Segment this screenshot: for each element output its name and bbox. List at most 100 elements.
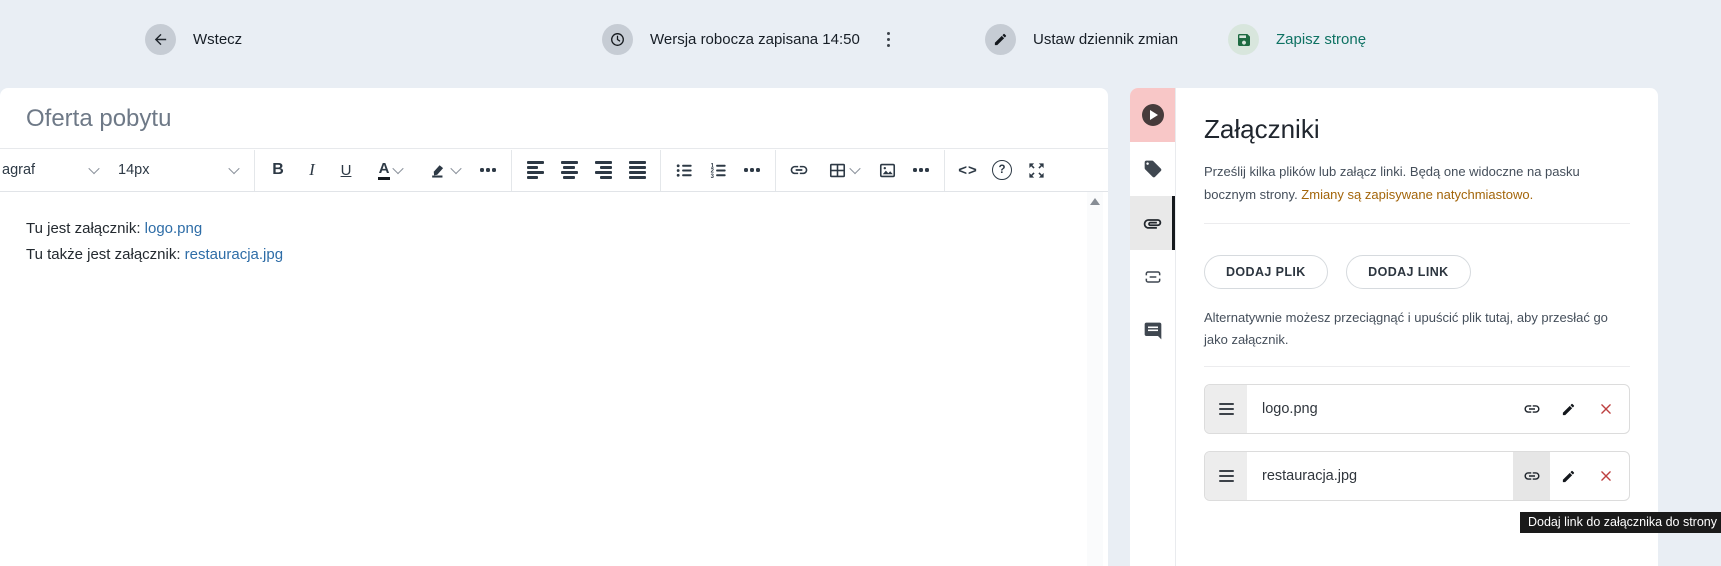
edit-attachment-button[interactable] — [1550, 385, 1587, 433]
text-color-button[interactable]: A — [363, 153, 417, 187]
attachment-inline-link[interactable]: logo.png — [145, 220, 203, 237]
attachment-row: restauracja.jpg — [1204, 451, 1630, 501]
font-size-dropdown[interactable]: 14px — [108, 153, 248, 187]
floppy-disk-icon — [1236, 32, 1252, 48]
editor-scrollbar[interactable] — [1087, 192, 1103, 566]
align-center-button[interactable] — [552, 153, 586, 187]
align-left-button[interactable] — [518, 153, 552, 187]
toolbar-divider — [660, 150, 661, 191]
more-options-kebab-icon[interactable] — [883, 28, 894, 51]
description-highlight: Zmiany są zapisywane natychmiastowo. — [1301, 187, 1533, 202]
image-icon — [878, 161, 897, 180]
side-panel-card: Załączniki Prześlij kilka plików lub zał… — [1130, 88, 1658, 566]
font-size-value: 14px — [118, 162, 149, 178]
card-minus-icon — [1143, 267, 1163, 287]
align-center-icon — [561, 161, 578, 178]
richtext-toolbar: agraf 14px B I U A — [0, 148, 1108, 192]
draft-status-button[interactable] — [602, 24, 633, 55]
paragraph-style-value: agraf — [2, 162, 35, 178]
add-attachment-link-button[interactable] — [1513, 385, 1550, 433]
panel-title: Załączniki — [1204, 112, 1630, 146]
highlight-color-button[interactable] — [417, 153, 471, 187]
tab-attachments[interactable] — [1130, 196, 1175, 250]
bullet-list-button[interactable] — [667, 153, 701, 187]
insert-link-button[interactable] — [782, 153, 816, 187]
pencil-icon — [1561, 402, 1576, 417]
tab-tags[interactable] — [1130, 142, 1175, 196]
align-left-icon — [527, 161, 544, 178]
richtext-content[interactable]: Tu jest załącznik: logo.png Tu także jes… — [0, 192, 1108, 292]
link-icon — [1523, 400, 1541, 418]
drag-handle-icon — [1219, 470, 1234, 482]
justify-icon — [629, 161, 646, 178]
numbered-list-button[interactable]: 123 — [701, 153, 735, 187]
page-title[interactable]: Oferta pobytu — [0, 88, 1108, 134]
table-icon — [828, 161, 847, 180]
toolbar-divider — [944, 150, 945, 191]
help-button[interactable]: ? — [985, 153, 1019, 187]
clock-icon — [609, 31, 626, 48]
attachment-inline-link[interactable]: restauracja.jpg — [185, 246, 283, 263]
scroll-up-arrow-icon[interactable] — [1090, 198, 1100, 205]
more-list-options-button[interactable] — [735, 153, 769, 187]
panel-tab-strip — [1130, 88, 1176, 566]
ellipsis-icon — [913, 168, 928, 171]
source-code-button[interactable]: <> — [951, 153, 985, 187]
justify-button[interactable] — [620, 153, 654, 187]
pencil-icon — [1561, 469, 1576, 484]
content-text: Tu także jest załącznik: — [26, 246, 185, 263]
arrow-left-icon — [152, 31, 169, 48]
tag-icon — [1143, 159, 1163, 179]
fullscreen-button[interactable] — [1019, 153, 1053, 187]
tab-fields[interactable] — [1130, 250, 1175, 304]
tab-comments[interactable] — [1130, 304, 1175, 358]
panel-actions: DODAJ PLIK DODAJ LINK — [1204, 255, 1630, 289]
highlighter-icon — [429, 161, 448, 180]
close-icon — [1599, 402, 1613, 416]
delete-attachment-button[interactable] — [1587, 452, 1624, 500]
help-icon: ? — [992, 160, 1012, 180]
changelog-button[interactable] — [985, 24, 1016, 55]
bold-icon: B — [272, 161, 284, 179]
add-file-button[interactable]: DODAJ PLIK — [1204, 255, 1328, 289]
back-button[interactable] — [145, 24, 176, 55]
align-right-button[interactable] — [586, 153, 620, 187]
drag-handle[interactable] — [1205, 452, 1247, 500]
back-label[interactable]: Wstecz — [193, 31, 242, 48]
code-icon: <> — [958, 162, 978, 179]
drag-handle-icon — [1219, 403, 1234, 415]
link-icon — [1523, 467, 1541, 485]
paragraph-style-dropdown[interactable]: agraf — [0, 153, 108, 187]
insert-image-button[interactable] — [870, 153, 904, 187]
edit-attachment-button[interactable] — [1550, 452, 1587, 500]
chevron-down-icon — [88, 163, 99, 174]
drag-handle[interactable] — [1205, 385, 1247, 433]
insert-table-button[interactable] — [816, 153, 870, 187]
draft-status-text: Wersja robocza zapisana 14:50 — [650, 31, 860, 48]
more-formatting-button[interactable] — [471, 153, 505, 187]
numbered-list-icon: 123 — [709, 161, 728, 180]
chevron-down-icon — [849, 163, 860, 174]
chevron-down-icon — [228, 163, 239, 174]
changelog-label[interactable]: Ustaw dziennik zmian — [1033, 31, 1178, 48]
add-attachment-link-button[interactable] — [1513, 452, 1550, 500]
delete-attachment-button[interactable] — [1587, 385, 1624, 433]
play-icon — [1142, 104, 1164, 126]
attachment-name: logo.png — [1247, 385, 1513, 433]
attachment-row: logo.png — [1204, 384, 1630, 434]
add-link-button[interactable]: DODAJ LINK — [1346, 255, 1470, 289]
pencil-icon — [993, 32, 1008, 47]
tab-media[interactable] — [1130, 88, 1175, 142]
bold-button[interactable]: B — [261, 153, 295, 187]
more-insert-options-button[interactable] — [904, 153, 938, 187]
panel-divider — [1204, 223, 1630, 224]
underline-button[interactable]: U — [329, 153, 363, 187]
draft-status-group: Wersja robocza zapisana 14:50 — [602, 23, 894, 56]
save-page-button[interactable] — [1228, 24, 1259, 55]
editor-card: Oferta pobytu agraf 14px B I U A — [0, 88, 1108, 566]
italic-button[interactable]: I — [295, 153, 329, 187]
toolbar-divider — [254, 150, 255, 191]
fullscreen-icon — [1027, 161, 1046, 180]
save-page-label[interactable]: Zapisz stronę — [1276, 31, 1366, 48]
drop-hint: Alternatywnie możesz przeciągnąć i upuśc… — [1204, 307, 1630, 351]
